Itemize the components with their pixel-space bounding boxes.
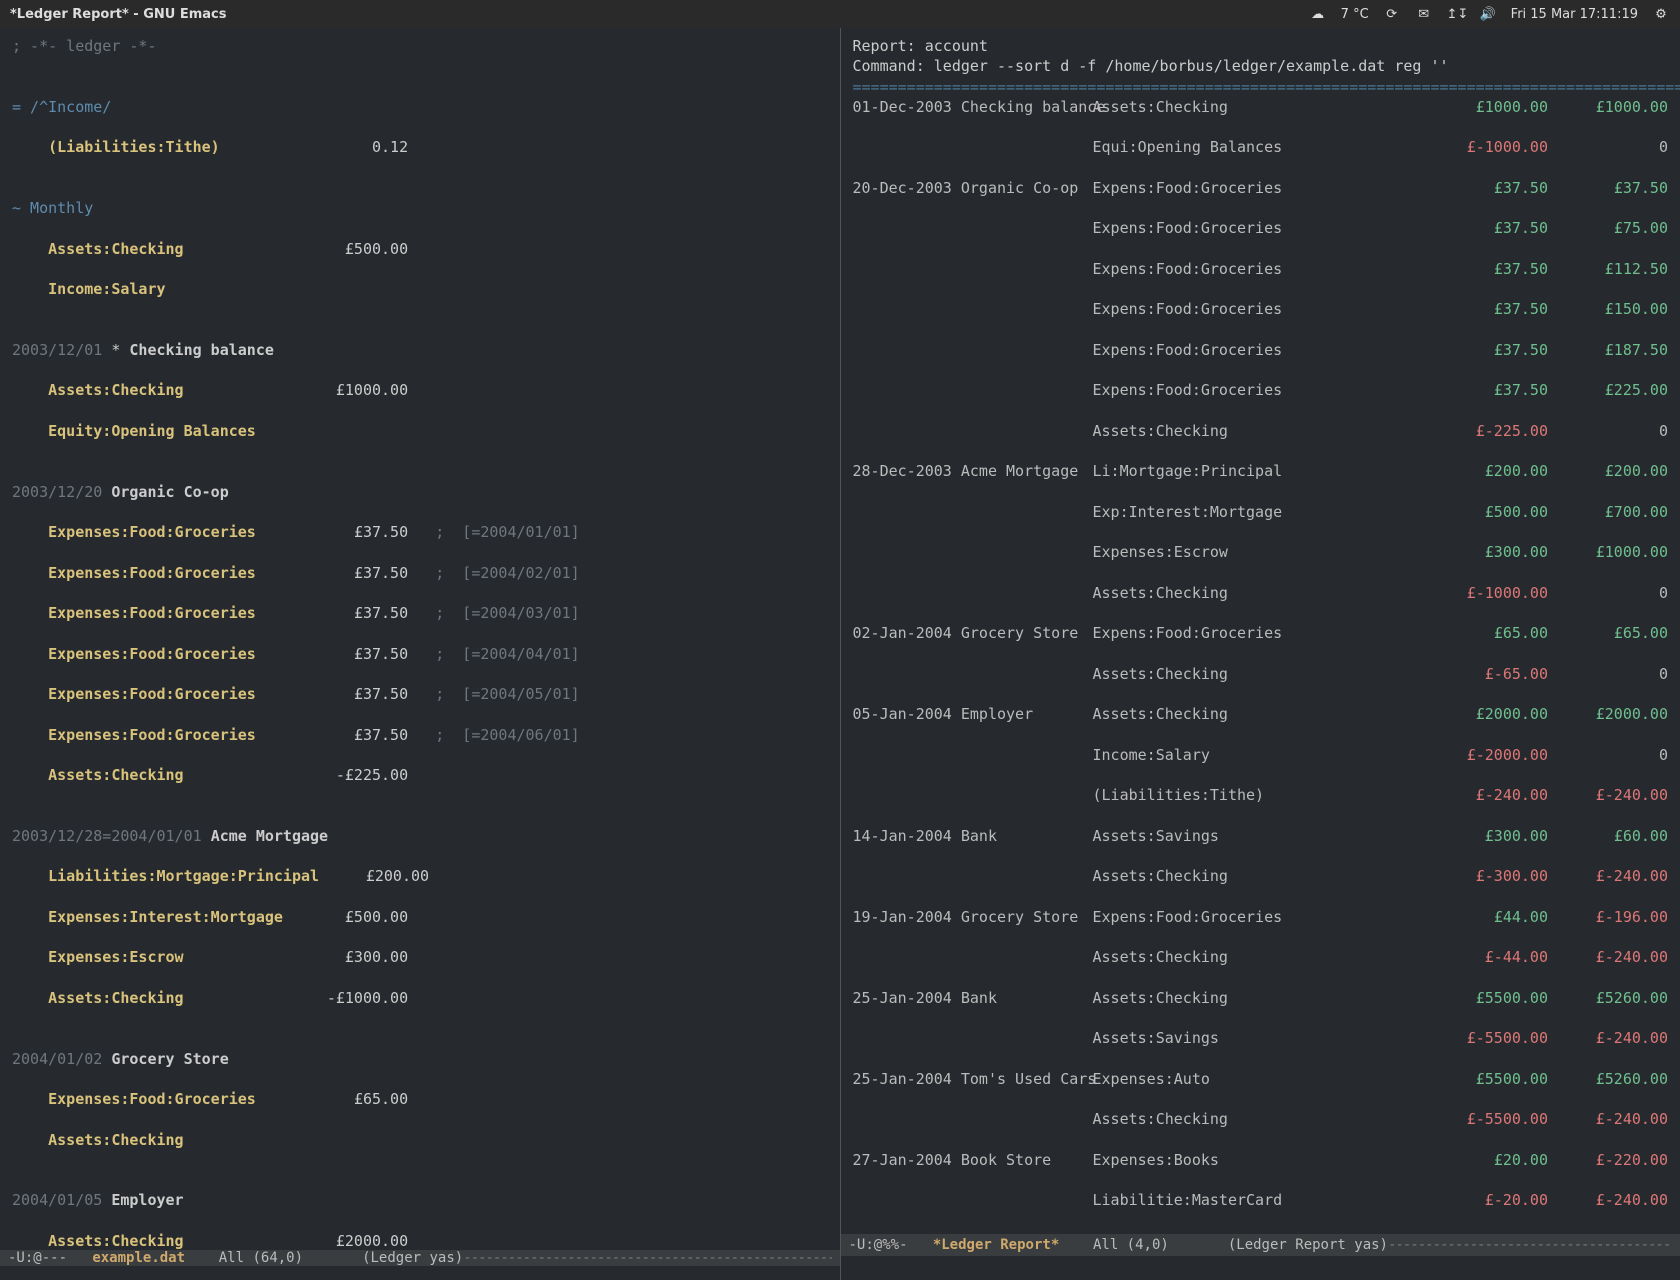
report-row: Expens:Food:Groceries£37.50£75.00 [853,218,1669,238]
report-row: Liabilitie:MasterCard£-20.00£-240.00 [853,1190,1669,1210]
modeline-mode: (Ledger yas) [362,1250,463,1266]
report-row: (Liabilities:Tithe)£-240.00£-240.00 [853,785,1669,805]
report-row: Assets:Checking£-65.000 [853,664,1669,684]
report-row: 25-Jan-2004 BankAssets:Checking£5500.00£… [853,988,1669,1008]
ledger-report-buffer[interactable]: Report: account Command: ledger --sort d… [841,28,1680,1234]
report-row: 27-Jan-2004 Book StoreExpenses:Books£20.… [853,1150,1669,1170]
modeline-mode: (Ledger Report yas) [1228,1237,1388,1253]
modeline-fill: ----------------------------------------… [1388,1237,1672,1253]
minibuffer-right [841,1256,1680,1280]
report-row: Assets:Checking£-300.00£-240.00 [853,866,1669,886]
tray: ☁ 7 °C ⟳ ✉ ↥↧ 🔊 Fri 15 Mar 17:11:19 ⚙ [1309,7,1670,22]
report-row: 05-Jan-2004 EmployerAssets:Checking£2000… [853,704,1669,724]
network-icon[interactable]: ↥↧ [1447,7,1465,22]
report-row: 25-Jan-2004 Tom's Used CarsExpenses:Auto… [853,1069,1669,1089]
report-row: Expens:Food:Groceries£37.50£225.00 [853,380,1669,400]
clock[interactable]: Fri 15 Mar 17:11:19 [1511,7,1638,22]
report-row: Assets:Checking£-44.00£-240.00 [853,947,1669,967]
ledger-source-buffer[interactable]: ; -*- ledger -*- = /^Income/ (Liabilitie… [0,28,840,1250]
report-row: Assets:Checking£-1000.000 [853,583,1669,603]
report-row: Equi:Opening Balances£-1000.000 [853,137,1669,157]
modeline-pos: All (4,0) [1093,1237,1169,1253]
gnome-topbar: *Ledger Report* - GNU Emacs ☁ 7 °C ⟳ ✉ ↥… [0,0,1680,28]
report-row: 01-Dec-2003 Checking balanceAssets:Check… [853,97,1669,117]
volume-icon[interactable]: 🔊 [1479,7,1497,22]
report-row: Assets:Checking£-5500.00£-240.00 [853,1109,1669,1129]
window-title: *Ledger Report* - GNU Emacs [10,7,226,22]
report-row: Assets:Savings£-5500.00£-240.00 [853,1028,1669,1048]
right-modeline: -U:@%%- *Ledger Report* All (4,0) (Ledge… [841,1234,1680,1256]
weather-icon: ☁ [1309,7,1327,22]
report-row: Expens:Food:Groceries£37.50£112.50 [853,259,1669,279]
right-pane: Report: account Command: ledger --sort d… [840,28,1680,1280]
modeline-pos: All (64,0) [219,1250,303,1266]
report-row: 19-Jan-2004 Grocery StoreExpens:Food:Gro… [853,907,1669,927]
left-pane: ; -*- ledger -*- = /^Income/ (Liabilitie… [0,28,840,1280]
weather-temp: 7 °C [1341,7,1369,22]
report-row: 20-Dec-2003 Organic Co-opExpens:Food:Gro… [853,178,1669,198]
report-command: Command: ledger --sort d -f /home/borbus… [853,57,1449,75]
minibuffer[interactable] [0,1266,840,1280]
report-row: Expenses:Escrow£300.00£1000.00 [853,542,1669,562]
power-icon[interactable]: ⚙ [1652,7,1670,22]
report-row: Expens:Food:Groceries£37.50£187.50 [853,340,1669,360]
report-row: Expens:Food:Groceries£37.50£150.00 [853,299,1669,319]
modeline-fill: ----------------------------------------… [463,1250,831,1266]
report-row: 14-Jan-2004 BankAssets:Savings£300.00£60… [853,826,1669,846]
report-row: Income:Salary£-2000.000 [853,745,1669,765]
modeline-status: -U:@%%- [849,1237,908,1253]
mail-icon[interactable]: ✉ [1415,7,1433,22]
report-separator: ========================================… [853,78,1680,96]
left-modeline: -U:@--- example.dat All (64,0) (Ledger y… [0,1250,840,1266]
report-name: Report: account [853,37,988,55]
modeline-buffer: *Ledger Report* [933,1237,1059,1253]
refresh-icon[interactable]: ⟳ [1383,7,1401,22]
report-row: 28-Dec-2003 Acme MortgageLi:Mortgage:Pri… [853,461,1669,481]
report-row: Exp:Interest:Mortgage£500.00£700.00 [853,502,1669,522]
modeline-buffer: example.dat [92,1250,185,1266]
report-row: 02-Jan-2004 Grocery StoreExpens:Food:Gro… [853,623,1669,643]
emacs-frame: ; -*- ledger -*- = /^Income/ (Liabilitie… [0,28,1680,1280]
report-row: Assets:Checking£-225.000 [853,421,1669,441]
modeline-status: -U:@--- [8,1250,67,1266]
